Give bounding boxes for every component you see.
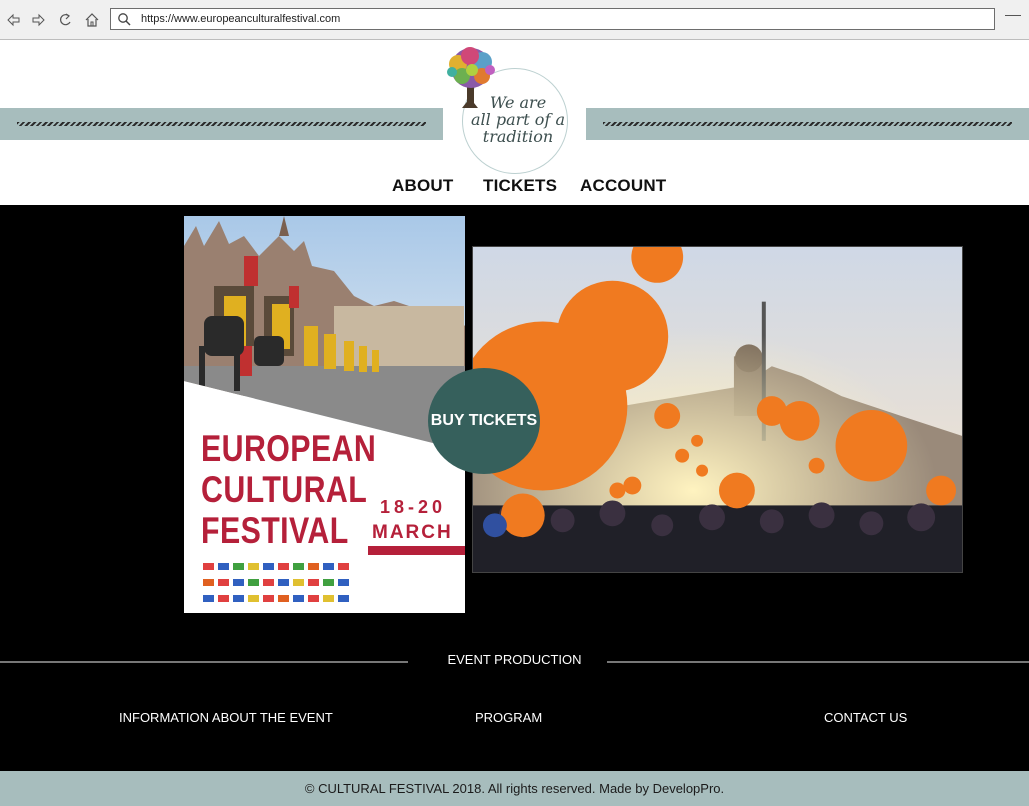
copyright-text: © CULTURAL FESTIVAL 2018. All rights res… — [304, 781, 725, 796]
address-bar[interactable]: https://www.europeanculturalfestival.com — [110, 8, 995, 30]
link-program[interactable]: PROGRAM — [475, 710, 542, 725]
nav-tickets[interactable]: TICKETS — [483, 176, 557, 196]
forward-icon[interactable] — [28, 9, 48, 31]
poster-parade-photo — [184, 216, 465, 451]
header-band-left — [0, 108, 443, 140]
festival-balloons-photo — [472, 246, 963, 573]
section-title-event-production: EVENT PRODUCTION — [447, 652, 582, 667]
site-footer: © CULTURAL FESTIVAL 2018. All rights res… — [0, 771, 1029, 806]
header-band-right — [586, 108, 1029, 140]
poster-title: EUROPEAN CULTURAL FESTIVAL — [201, 428, 377, 551]
poster-dates: 18-20 — [380, 497, 447, 517]
back-icon[interactable] — [4, 9, 24, 31]
buy-tickets-button[interactable]: BUY TICKETS — [428, 368, 540, 474]
poster-accent-bar — [368, 546, 465, 555]
home-icon[interactable] — [82, 9, 102, 31]
logo-tagline: We are all part of a tradition — [471, 93, 565, 146]
main-nav: ABOUT TICKETS ACCOUNT — [0, 176, 1029, 202]
menu-icon[interactable] — [1005, 10, 1021, 28]
url-text[interactable]: https://www.europeanculturalfestival.com — [141, 13, 340, 25]
nav-account[interactable]: ACCOUNT — [580, 176, 666, 196]
link-information-about-event[interactable]: INFORMATION ABOUT THE EVENT — [119, 710, 333, 725]
poster-month: MARCH — [372, 522, 453, 543]
site-header: We are all part of a tradition ABOUT TIC… — [0, 40, 1029, 205]
refresh-icon[interactable] — [56, 9, 76, 31]
main-section: EUROPEAN CULTURAL FESTIVAL 18-20 MARCH B… — [0, 205, 1029, 771]
nav-about[interactable]: ABOUT — [392, 176, 453, 196]
poster-flags-graphic — [203, 563, 349, 602]
search-icon — [117, 10, 135, 28]
buy-tickets-label: BUY TICKETS — [430, 412, 538, 429]
site-logo[interactable]: We are all part of a tradition — [440, 46, 590, 174]
link-contact-us[interactable]: CONTACT US — [824, 710, 907, 725]
festival-poster: EUROPEAN CULTURAL FESTIVAL 18-20 MARCH — [184, 216, 465, 613]
browser-toolbar: https://www.europeanculturalfestival.com — [0, 0, 1029, 40]
